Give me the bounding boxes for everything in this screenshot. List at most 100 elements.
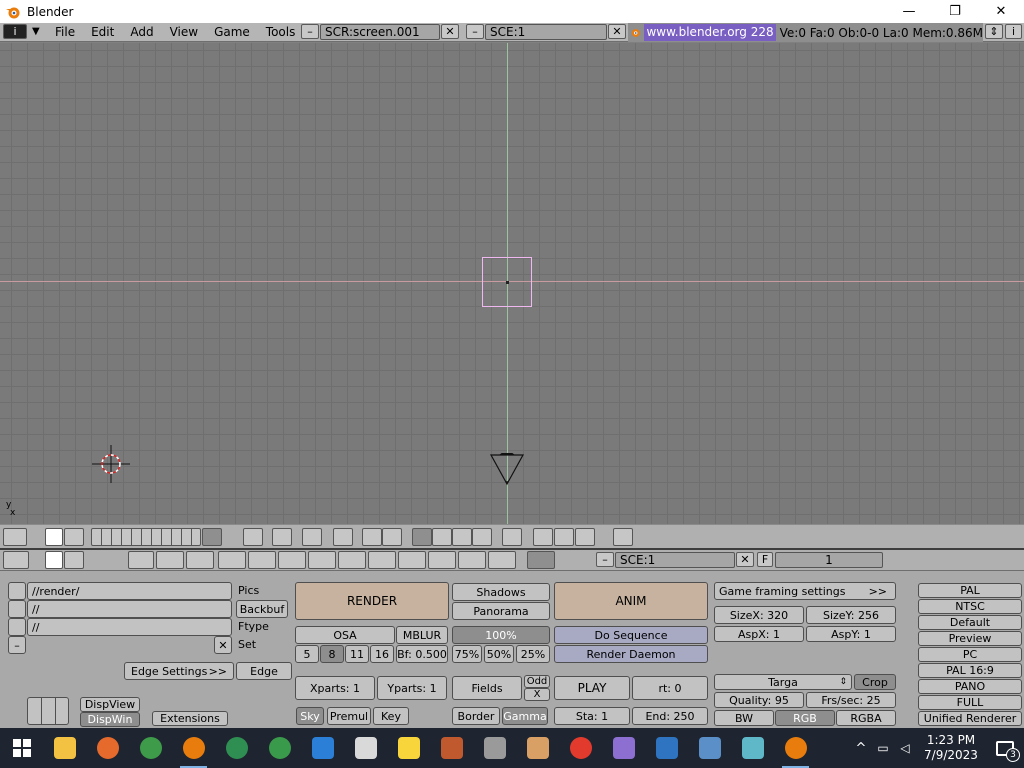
do-sequence-button[interactable]: Do Sequence	[554, 626, 708, 644]
menu-view[interactable]: View	[162, 23, 206, 41]
blender-url[interactable]: www.blender.org 228	[644, 24, 776, 41]
notification-center-icon[interactable]: 3	[986, 728, 1024, 768]
photos-app-icon[interactable]	[645, 728, 688, 768]
pivot-icon[interactable]	[302, 528, 322, 546]
screen-delete-button[interactable]: ✕	[441, 24, 459, 39]
preset-pal-button[interactable]: PAL	[918, 583, 1022, 598]
fields-button[interactable]: Fields	[452, 676, 522, 700]
texture-panel-icon[interactable]	[218, 551, 246, 569]
snap-element-icon[interactable]	[432, 528, 452, 546]
scene-panel-icon[interactable]	[488, 551, 516, 569]
menu-edit[interactable]: Edit	[83, 23, 122, 41]
extensions-button[interactable]: Extensions	[152, 711, 228, 726]
rt-field[interactable]: rt: 0	[632, 676, 708, 700]
display-grid-icon[interactable]	[27, 697, 69, 725]
view-buttons-icon[interactable]	[45, 551, 63, 569]
dispwin-button[interactable]: DispWin	[80, 712, 140, 727]
3d-viewport[interactable]: yx	[0, 43, 1024, 524]
close-button[interactable]: ✕	[978, 0, 1024, 23]
radiosity-panel-icon[interactable]	[248, 551, 276, 569]
premul-button[interactable]: Premul	[327, 707, 371, 725]
rgba-button[interactable]: RGBA	[836, 710, 896, 726]
fps-field[interactable]: Frs/sec: 25	[806, 692, 896, 708]
sculpt-icon[interactable]	[554, 528, 574, 546]
blur-factor-field[interactable]: Bf: 0.500	[396, 645, 448, 663]
yparts-field[interactable]: Yparts: 1	[377, 676, 447, 700]
menu-game[interactable]: Game	[206, 23, 258, 41]
backbuf-path-field[interactable]: //	[27, 600, 232, 618]
menu-add[interactable]: Add	[122, 23, 161, 41]
camera-app-icon[interactable]	[688, 728, 731, 768]
package-app-icon[interactable]	[516, 728, 559, 768]
ftype-browse-button[interactable]	[8, 618, 26, 636]
pics-path-field[interactable]: //render/	[27, 582, 232, 600]
world-panel-icon[interactable]	[398, 551, 426, 569]
record-app-icon[interactable]	[559, 728, 602, 768]
scroll-header-icon[interactable]: ⇕	[985, 24, 1003, 39]
render-daemon-button[interactable]: Render Daemon	[554, 645, 708, 663]
set-delete-button[interactable]: ✕	[214, 636, 232, 654]
preset-preview-button[interactable]: Preview	[918, 631, 1022, 646]
menu-file[interactable]: File	[47, 23, 83, 41]
paint-app-icon[interactable]	[602, 728, 645, 768]
screen-name-field[interactable]: SCR:screen.001	[320, 24, 440, 40]
file-type-select[interactable]: Targa ⇕	[714, 674, 852, 690]
chrome-user-icon[interactable]	[215, 728, 258, 768]
object-mode-icon[interactable]	[243, 528, 263, 546]
object-panel-icon[interactable]	[308, 551, 336, 569]
clock-app-icon[interactable]	[344, 728, 387, 768]
mblur-button[interactable]: MBLUR	[396, 626, 448, 644]
size-25-button[interactable]: 25%	[516, 645, 550, 663]
preset-pc-button[interactable]: PC	[918, 647, 1022, 662]
translate-manipulator-icon[interactable]	[362, 528, 382, 546]
xparts-field[interactable]: Xparts: 1	[295, 676, 375, 700]
edit-panel-icon[interactable]	[428, 551, 456, 569]
notes-app-icon[interactable]	[731, 728, 774, 768]
blender-icon[interactable]	[172, 728, 215, 768]
play-button[interactable]: PLAY	[554, 676, 630, 700]
preset-ntsc-button[interactable]: NTSC	[918, 599, 1022, 614]
game-app-icon[interactable]	[430, 728, 473, 768]
preset-full-button[interactable]: FULL	[918, 695, 1022, 710]
sky-button[interactable]: Sky	[296, 707, 324, 725]
screen-browse-button[interactable]: –	[301, 24, 319, 39]
info-icon[interactable]: i	[1005, 24, 1022, 39]
script-panel-icon[interactable]	[278, 551, 306, 569]
minimize-button[interactable]: —	[886, 0, 932, 23]
clock[interactable]: 1:23 PM 7/9/2023	[916, 733, 986, 763]
render-panel-icon[interactable]	[527, 551, 555, 569]
sound-panel-icon[interactable]	[368, 551, 396, 569]
osa-8-button[interactable]: 8	[320, 645, 344, 663]
backbuf-button[interactable]: Backbuf	[236, 600, 288, 618]
draw-type-icon[interactable]	[272, 528, 292, 546]
osa-16-button[interactable]: 16	[370, 645, 394, 663]
scene-browse-button[interactable]: –	[466, 24, 484, 39]
firefox-icon[interactable]	[86, 728, 129, 768]
scene-field-2[interactable]: SCE:1	[615, 552, 735, 568]
volume-icon[interactable]: ◁	[894, 741, 916, 755]
x-button[interactable]: X	[524, 688, 550, 701]
tray-expand-icon[interactable]: ^	[850, 741, 872, 756]
preset-pano-button[interactable]: PANO	[918, 679, 1022, 694]
scene-delete-button-2[interactable]: ✕	[736, 552, 754, 567]
snap-magnet-icon[interactable]	[412, 528, 432, 546]
aspy-field[interactable]: AspY: 1	[806, 626, 896, 642]
backbuf-browse-button[interactable]	[8, 600, 26, 618]
end-frame-field[interactable]: End: 250	[632, 707, 708, 725]
panorama-button[interactable]: Panorama	[452, 602, 550, 620]
blender-active-icon[interactable]	[774, 728, 817, 768]
osa-button[interactable]: OSA	[295, 626, 395, 644]
logic-panel-icon[interactable]	[128, 551, 154, 569]
crop-button[interactable]: Crop	[854, 674, 896, 690]
shading-icon[interactable]	[333, 528, 353, 546]
home-buttons-icon[interactable]	[64, 551, 84, 569]
layer-buttons[interactable]	[91, 528, 201, 546]
window-type-3d-icon[interactable]	[3, 528, 27, 546]
aspx-field[interactable]: AspX: 1	[714, 626, 804, 642]
menu-tools[interactable]: Tools	[258, 23, 304, 41]
odd-button[interactable]: Odd	[524, 675, 550, 688]
preset-pal169-button[interactable]: PAL 16:9	[918, 663, 1022, 678]
lock-layers-icon[interactable]	[202, 528, 222, 546]
constraint-panel-icon[interactable]	[338, 551, 366, 569]
scene-browse-button-2[interactable]: –	[596, 552, 614, 567]
